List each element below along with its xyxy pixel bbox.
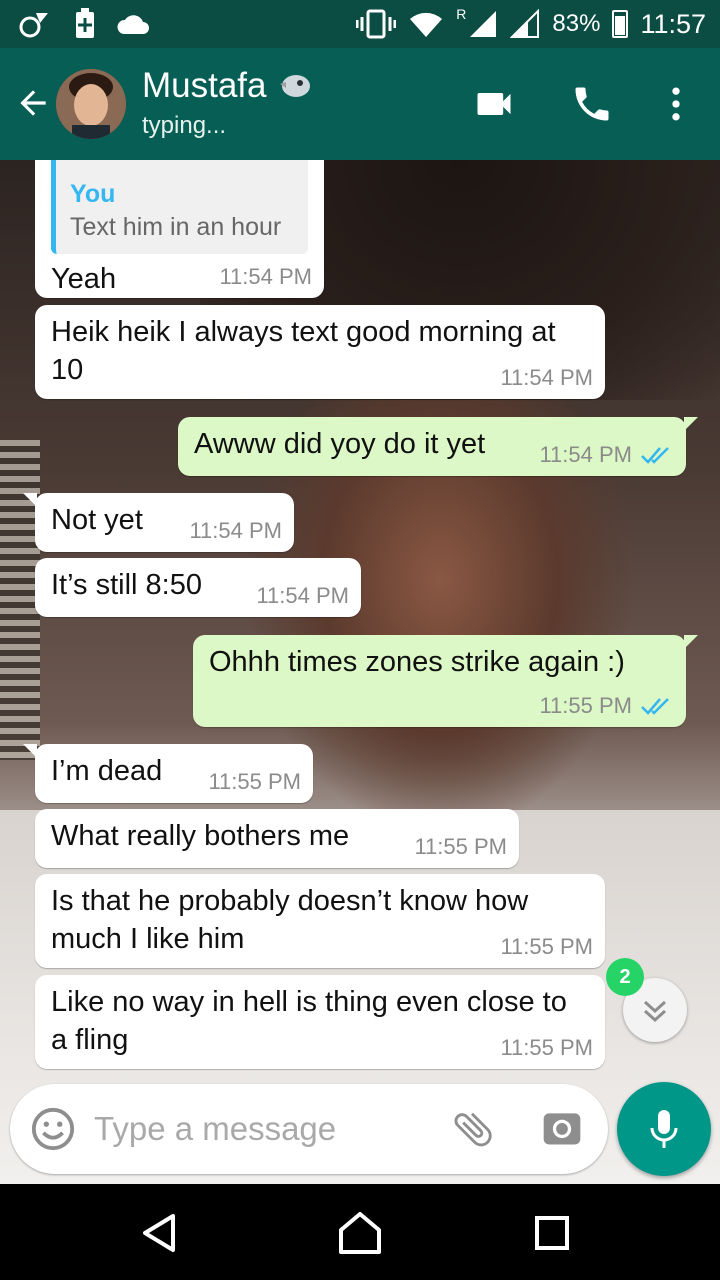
quote-text: Text him in an hour xyxy=(70,213,282,241)
emoji-icon[interactable] xyxy=(30,1106,76,1152)
wifi-icon xyxy=(410,12,443,37)
message-bubble-outgoing[interactable]: Awww did yoy do it yet 11:54 PM xyxy=(178,417,698,476)
contact-status: typing... xyxy=(142,112,227,139)
bird-emoji-icon xyxy=(280,75,310,97)
message-time: 11:54 PM xyxy=(189,518,282,543)
chat-area[interactable]: You Text him in an hour Yeah 11:54 PM He… xyxy=(0,160,720,1184)
cloud-icon xyxy=(117,15,149,34)
mic-icon xyxy=(650,1110,678,1148)
nav-recents-icon[interactable] xyxy=(527,1208,577,1258)
android-nav-bar xyxy=(0,1184,720,1280)
quoted-message[interactable]: You Text him in an hour xyxy=(51,160,308,254)
read-ticks-icon xyxy=(641,698,669,715)
contact-name[interactable]: Mustafa xyxy=(142,66,267,106)
battery-saver-icon xyxy=(76,8,94,38)
phone-icon[interactable] xyxy=(570,82,614,126)
message-time: 11:54 PM xyxy=(539,442,632,467)
message-bubble-outgoing[interactable]: Ohhh times zones strike again :) 11:55 P… xyxy=(193,635,698,727)
nav-back-icon[interactable] xyxy=(135,1208,185,1258)
vibrate-icon xyxy=(356,9,397,39)
signal-secondary-icon xyxy=(510,9,540,38)
back-arrow-icon[interactable] xyxy=(14,84,52,122)
chat-header: Mustafa typing... xyxy=(0,48,720,160)
wallpaper-blinds xyxy=(0,440,40,760)
status-bar: R 83% 11:57 xyxy=(0,0,720,48)
message-time: 11:54 PM xyxy=(219,264,312,289)
camera-icon[interactable] xyxy=(540,1106,584,1150)
message-bubble-incoming[interactable]: Heik heik I always text good morning at … xyxy=(35,305,605,399)
message-input[interactable] xyxy=(94,1102,424,1156)
unread-count-badge: 2 xyxy=(606,958,644,996)
message-bubble-incoming[interactable]: What really bothers me 11:55 PM xyxy=(35,809,519,868)
message-bubble-incoming[interactable]: I’m dead 11:55 PM xyxy=(23,744,313,803)
nav-home-icon[interactable] xyxy=(335,1208,385,1258)
read-ticks-icon xyxy=(641,447,669,464)
video-call-icon[interactable] xyxy=(472,82,516,126)
bubble-tail xyxy=(684,635,698,649)
quote-author: You xyxy=(70,180,116,208)
message-input-bar xyxy=(10,1084,608,1174)
message-time: 11:55 PM xyxy=(208,769,301,794)
notification-app-icon xyxy=(19,13,48,38)
roaming-label: R xyxy=(456,6,467,22)
message-text: Ohhh times zones strike again :) xyxy=(209,646,625,678)
message-time: 11:55 PM xyxy=(539,693,632,718)
message-bubble-incoming[interactable]: It’s still 8:50 11:54 PM xyxy=(35,558,361,617)
avatar-image xyxy=(56,69,126,139)
message-bubble-incoming[interactable]: Not yet 11:54 PM xyxy=(23,493,294,552)
battery-icon xyxy=(612,10,629,38)
message-bubble-incoming[interactable]: You Text him in an hour Yeah 11:54 PM xyxy=(35,160,324,298)
status-notifications xyxy=(18,6,150,42)
avatar[interactable] xyxy=(56,69,126,139)
clock: 11:57 xyxy=(640,8,706,39)
attach-icon[interactable] xyxy=(450,1106,496,1152)
bubble-tail xyxy=(23,744,37,758)
message-time: 11:55 PM xyxy=(500,934,593,959)
message-bubble-incoming[interactable]: Is that he probably doesn’t know how muc… xyxy=(35,874,605,968)
message-time: 11:55 PM xyxy=(500,1035,593,1060)
status-system: R 83% 11:57 xyxy=(356,6,706,42)
message-time: 11:54 PM xyxy=(256,583,349,608)
more-vert-icon[interactable] xyxy=(654,82,698,126)
message-time: 11:54 PM xyxy=(500,365,593,390)
message-bubble-incoming[interactable]: Like no way in hell is thing even close … xyxy=(35,975,605,1069)
bubble-tail xyxy=(23,493,37,507)
message-time: 11:55 PM xyxy=(414,834,507,859)
battery-percent: 83% xyxy=(552,10,601,37)
mic-button[interactable] xyxy=(617,1082,711,1176)
signal-icon xyxy=(470,11,497,37)
bubble-tail xyxy=(684,417,698,431)
